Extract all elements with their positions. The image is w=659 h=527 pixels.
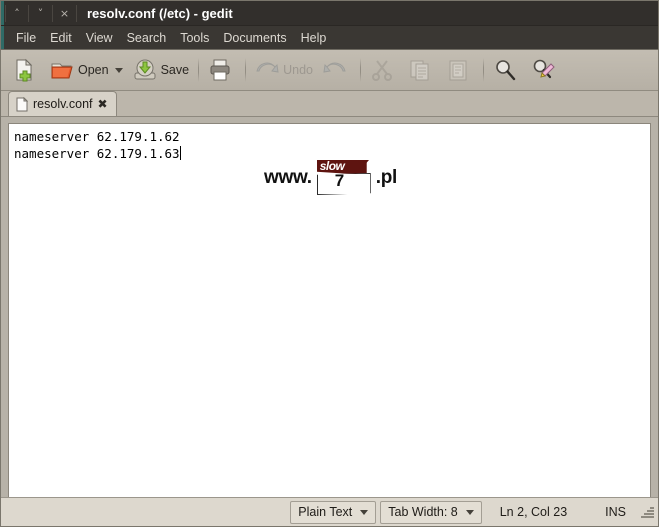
tab-bar: resolv.conf ✖ [1, 91, 658, 117]
copy-button[interactable] [403, 54, 441, 86]
redo-button[interactable] [318, 54, 356, 86]
undo-label: Undo [283, 63, 313, 77]
redo-arrow-icon [323, 58, 347, 82]
text-cursor [179, 146, 181, 160]
toolbar: Open Save Undo [1, 50, 658, 91]
status-bar: Plain Text Tab Width: 8 Ln 2, Col 23 INS [1, 497, 658, 526]
maximize-button[interactable]: ˅ [29, 4, 53, 22]
menu-view[interactable]: View [79, 29, 120, 47]
search-icon [493, 58, 517, 82]
watermark-prefix: www. [264, 167, 312, 188]
minimize-button[interactable]: ˄ [5, 4, 29, 22]
cursor-position: Ln 2, Col 23 [499, 505, 568, 519]
editor-line-2: nameserver 62.179.1.63 [14, 146, 180, 161]
save-label: Save [160, 63, 190, 77]
tab-close-icon[interactable]: ✖ [98, 98, 108, 110]
menu-edit[interactable]: Edit [43, 29, 79, 47]
open-button[interactable]: Open [45, 54, 128, 86]
menu-help[interactable]: Help [294, 29, 334, 47]
replace-button[interactable] [526, 54, 564, 86]
language-label: Plain Text [298, 505, 353, 519]
copy-pages-icon [408, 58, 432, 82]
open-label: Open [78, 63, 109, 77]
minimize-icon: ˄ [14, 6, 20, 20]
printer-icon [208, 58, 232, 82]
slow7-logo: slow 7 [313, 159, 375, 196]
new-document-icon [12, 58, 36, 82]
document-icon [16, 96, 29, 112]
toolbar-separator-2 [245, 58, 247, 82]
logo-number: 7 [334, 171, 344, 190]
maximize-icon: ˅ [37, 6, 44, 20]
text-editor-area[interactable]: nameserver 62.179.1.62 nameserver 62.179… [8, 123, 651, 514]
close-button[interactable]: × [53, 4, 77, 22]
close-icon: × [59, 6, 70, 20]
search-replace-icon [531, 58, 555, 82]
new-document-button[interactable] [7, 54, 45, 86]
editor-content[interactable]: nameserver 62.179.1.62 nameserver 62.179… [9, 124, 650, 162]
chevron-down-icon [465, 509, 474, 515]
undo-arrow-icon [255, 58, 279, 82]
window-title: resolv.conf (/etc) - gedit [87, 5, 233, 21]
menu-bar: File Edit View Search Tools Documents He… [1, 26, 658, 50]
toolbar-separator-4 [482, 58, 484, 82]
cut-button[interactable] [365, 54, 403, 86]
language-selector[interactable]: Plain Text [290, 500, 377, 524]
undo-button[interactable]: Undo [250, 54, 318, 86]
toolbar-separator-1 [198, 58, 200, 82]
scissors-icon [370, 58, 394, 82]
menu-file[interactable]: File [9, 29, 43, 47]
print-button[interactable] [203, 54, 241, 86]
chevron-down-icon [360, 509, 369, 515]
tab-label: resolv.conf [33, 97, 93, 111]
tab-width-label: Tab Width: 8 [388, 505, 458, 519]
chevron-down-icon[interactable] [114, 67, 123, 73]
toolbar-separator-3 [359, 58, 361, 82]
menu-documents[interactable]: Documents [216, 29, 293, 47]
resize-grip[interactable] [640, 505, 654, 519]
save-disk-icon [133, 58, 157, 82]
watermark: www. slow 7 .pl [264, 159, 398, 196]
tab-width-selector[interactable]: Tab Width: 8 [380, 500, 482, 524]
clipboard-icon [446, 58, 470, 82]
menu-tools[interactable]: Tools [173, 29, 216, 47]
open-folder-icon [50, 58, 74, 82]
title-bar: ˄ ˅ × resolv.conf (/etc) - gedit [1, 1, 658, 26]
watermark-suffix: .pl [375, 167, 398, 188]
save-button[interactable]: Save [128, 54, 195, 86]
tab-resolv-conf[interactable]: resolv.conf ✖ [8, 91, 117, 116]
insert-mode-indicator: INS [605, 505, 626, 519]
paste-button[interactable] [441, 54, 479, 86]
menu-search[interactable]: Search [120, 29, 174, 47]
editor-line-1: nameserver 62.179.1.62 [14, 129, 180, 144]
find-button[interactable] [488, 54, 526, 86]
gedit-window: ˄ ˅ × resolv.conf (/etc) - gedit File Ed… [0, 0, 659, 527]
window-controls: ˄ ˅ × [5, 1, 77, 25]
